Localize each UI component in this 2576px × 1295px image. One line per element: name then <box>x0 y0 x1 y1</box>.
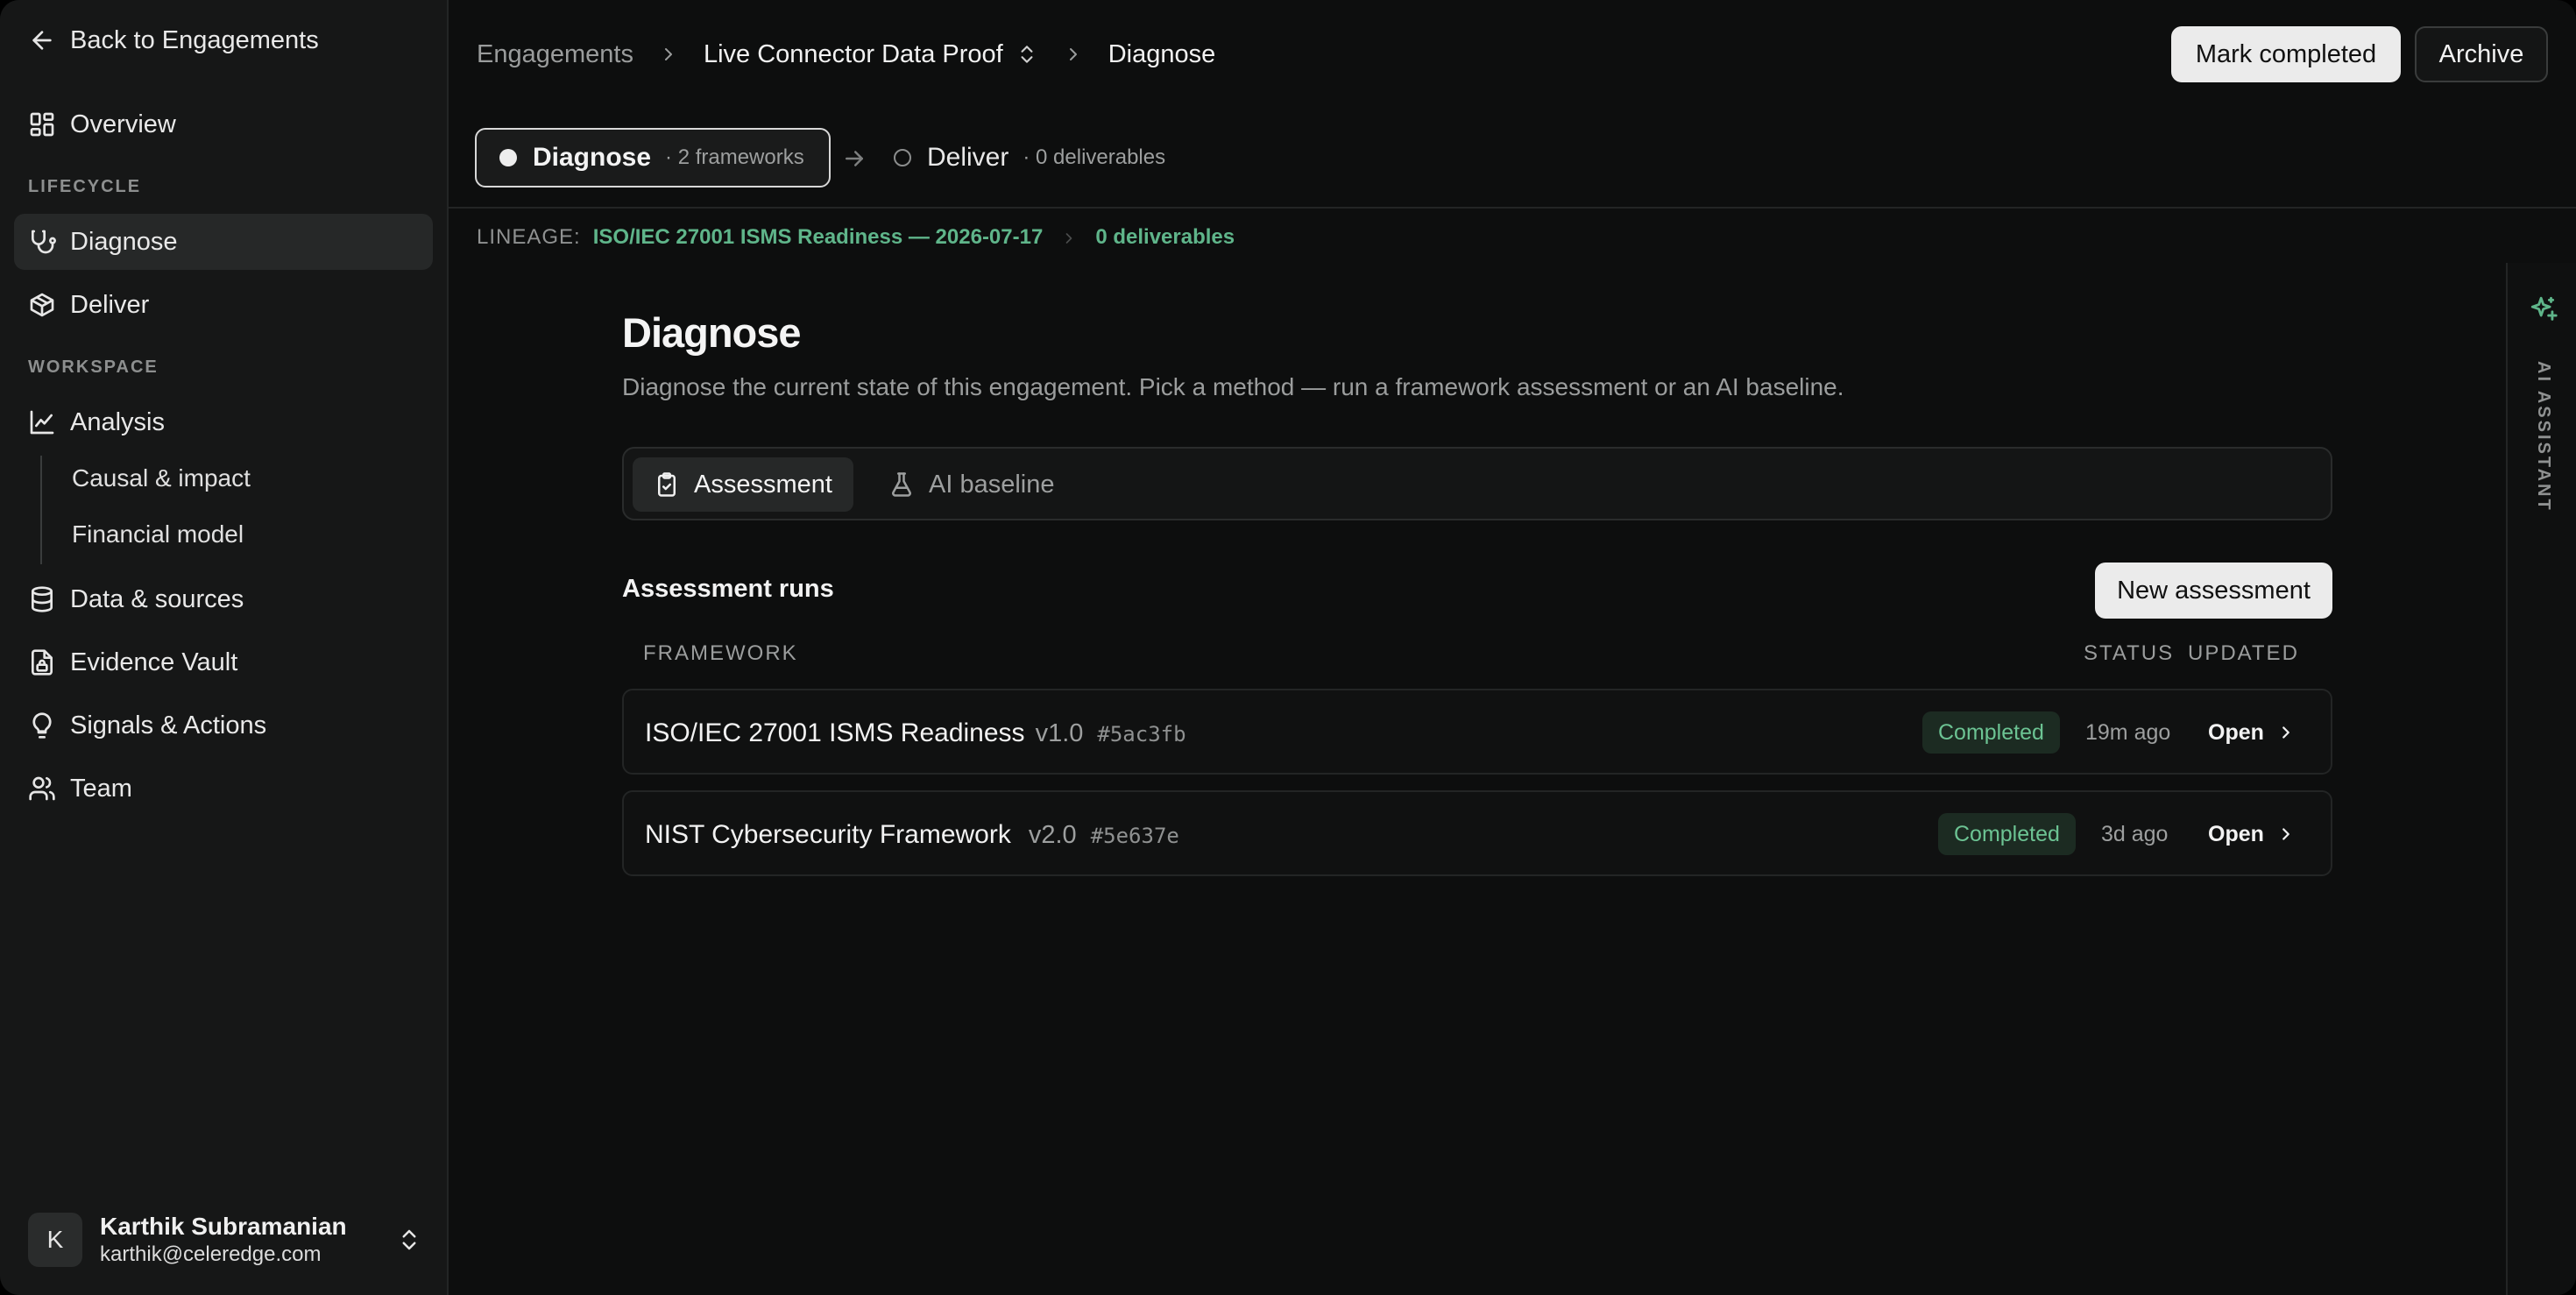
lifecycle-heading: LIFECYCLE <box>28 177 142 196</box>
breadcrumb-current: Diagnose <box>1108 39 1216 68</box>
sidebar-item-label: Diagnose <box>70 227 178 256</box>
stage-name: Deliver <box>927 143 1009 172</box>
line-chart-icon <box>28 408 56 436</box>
sidebar-item-evidence-vault[interactable]: Evidence Vault <box>14 634 433 690</box>
back-to-engagements-link[interactable]: Back to Engagements <box>14 12 433 68</box>
tab-ai-baseline[interactable]: AI baseline <box>867 457 1076 512</box>
sidebar-item-data-sources[interactable]: Data & sources <box>14 571 433 627</box>
analysis-tree-line <box>40 456 42 564</box>
page-subtitle: Diagnose the current state of this engag… <box>622 373 1844 400</box>
sidebar-item-label: Signals & Actions <box>70 711 267 739</box>
sidebar-item-label: Overview <box>70 110 176 138</box>
new-assessment-button[interactable]: New assessment <box>2095 563 2332 619</box>
user-email: karthik@celeredge.com <box>100 1242 322 1266</box>
updated-time: 3d ago <box>2101 822 2169 846</box>
sidebar-item-label: Analysis <box>70 407 165 436</box>
sidebar-item-signals-actions[interactable]: Signals & Actions <box>14 697 433 754</box>
chevron-right-icon <box>2276 723 2296 742</box>
back-label: Back to Engagements <box>70 25 319 54</box>
sidebar-item-causal-impact[interactable]: Causal & impact <box>72 464 251 492</box>
sidebar-item-deliver[interactable]: Deliver <box>14 277 433 333</box>
ai-assistant-label: AI ASSISTANT <box>2534 361 2553 513</box>
chevrons-up-down-icon[interactable] <box>1016 43 1038 66</box>
sidebar-item-label: Evidence Vault <box>70 648 238 676</box>
status-badge: Completed <box>1922 711 2060 754</box>
framework-name: NIST Cybersecurity Framework <box>645 820 1011 849</box>
sidebar-item-analysis[interactable]: Analysis <box>14 394 433 450</box>
lineage-source-link[interactable]: ISO/IEC 27001 ISMS Readiness — 2026-07-1… <box>593 225 1044 250</box>
sidebar-item-overview[interactable]: Overview <box>14 96 433 152</box>
sidebar-item-label: Team <box>70 774 132 803</box>
lightbulb-icon <box>28 711 56 739</box>
open-run-button[interactable]: Open <box>2208 717 2296 748</box>
sidebar-item-label: Data & sources <box>70 584 244 613</box>
archive-button[interactable]: Archive <box>2415 26 2548 82</box>
page-title: Diagnose <box>622 309 802 356</box>
dashboard-icon <box>28 110 56 138</box>
open-label: Open <box>2208 821 2264 846</box>
users-icon <box>28 775 56 803</box>
breadcrumb: Engagements Live Connector Data Proof Di… <box>477 35 1215 74</box>
chevron-right-icon <box>2276 824 2296 844</box>
framework-version: v1.0 <box>1035 719 1084 747</box>
sidebar-item-team[interactable]: Team <box>14 761 433 817</box>
user-name: Karthik Subramanian <box>100 1213 347 1240</box>
method-tabs: Assessment AI baseline <box>622 447 2332 520</box>
database-icon <box>28 585 56 613</box>
sparkles-icon[interactable] <box>2529 294 2558 324</box>
user-menu[interactable]: K Karthik Subramanian karthik@celeredge.… <box>28 1209 422 1270</box>
open-run-button[interactable]: Open <box>2208 818 2296 850</box>
stethoscope-icon <box>28 228 56 256</box>
chevrons-up-down-icon[interactable] <box>396 1227 422 1253</box>
arrow-right-icon <box>841 145 867 172</box>
chevron-right-icon <box>1060 229 1078 246</box>
column-header-status: STATUS <box>2084 641 2175 665</box>
stage-meta: · 0 deliverables <box>1023 145 1166 169</box>
table-row[interactable]: NIST Cybersecurity Framework v2.0 #5e637e … <box>622 790 2332 876</box>
breadcrumb-engagement-switcher[interactable]: Live Connector Data Proof <box>704 40 1003 69</box>
assessment-runs-heading: Assessment runs <box>622 575 834 603</box>
chevron-right-icon <box>658 44 679 65</box>
framework-version: v2.0 <box>1028 821 1077 849</box>
stage-name: Diagnose <box>533 143 652 172</box>
column-header-updated: UPDATED <box>2188 641 2299 665</box>
file-lock-icon <box>28 648 56 676</box>
stage-inactive-dot <box>894 149 911 166</box>
run-hash: #5e637e <box>1090 824 1179 848</box>
lineage-label: LINEAGE: <box>477 225 581 249</box>
tab-assessment[interactable]: Assessment <box>633 457 853 512</box>
ai-assistant-rail[interactable]: AI ASSISTANT <box>2506 263 2576 1295</box>
app-window: Back to Engagements Overview LIFECYCLE D… <box>0 0 2576 1295</box>
lineage-target-link[interactable]: 0 deliverables <box>1095 225 1235 250</box>
header-divider <box>449 207 2576 209</box>
breadcrumb-engagements[interactable]: Engagements <box>477 40 633 69</box>
workspace-heading: WORKSPACE <box>28 357 159 377</box>
column-header-framework: FRAMEWORK <box>643 641 798 665</box>
sidebar-item-label: Deliver <box>70 290 150 319</box>
stage-active-dot <box>499 149 517 166</box>
sidebar: Back to Engagements Overview LIFECYCLE D… <box>0 0 449 1295</box>
run-hash: #5ac3fb <box>1097 722 1186 747</box>
stage-meta: · 2 frameworks <box>665 145 804 169</box>
tab-label: Assessment <box>694 470 832 499</box>
open-label: Open <box>2208 719 2264 745</box>
clipboard-check-icon <box>654 471 680 498</box>
package-icon <box>28 291 56 319</box>
sidebar-item-financial-model[interactable]: Financial model <box>72 520 244 548</box>
chevron-right-icon <box>1063 44 1084 65</box>
flask-icon <box>888 471 915 498</box>
sidebar-item-diagnose[interactable]: Diagnose <box>14 214 433 270</box>
table-row[interactable]: ISO/IEC 27001 ISMS Readiness v1.0 #5ac3fb … <box>622 689 2332 775</box>
updated-time: 19m ago <box>2085 720 2171 745</box>
status-badge: Completed <box>1938 813 2076 855</box>
tab-label: AI baseline <box>929 470 1055 499</box>
mark-completed-button[interactable]: Mark completed <box>2171 26 2401 82</box>
arrow-left-icon <box>28 26 56 54</box>
stage-deliver[interactable]: Deliver · 0 deliverables <box>894 128 1165 188</box>
stage-diagnose[interactable]: Diagnose · 2 frameworks <box>475 128 831 188</box>
lineage-bar: LINEAGE: ISO/IEC 27001 ISMS Readiness — … <box>477 223 1235 252</box>
avatar: K <box>28 1213 82 1267</box>
framework-name: ISO/IEC 27001 ISMS Readiness <box>645 718 1025 747</box>
